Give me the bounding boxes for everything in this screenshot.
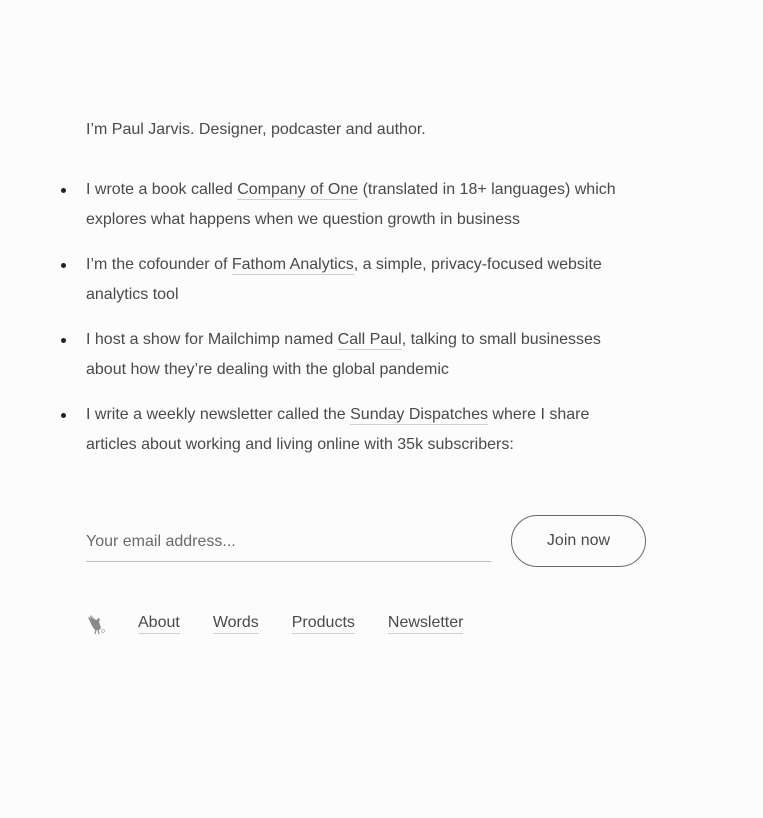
list-item: I write a weekly newsletter called the S… — [0, 400, 640, 460]
list-item: I wrote a book called Company of One (tr… — [0, 175, 640, 235]
nav-link-newsletter[interactable]: Newsletter — [387, 614, 464, 634]
bio-list: I wrote a book called Company of One (tr… — [0, 175, 640, 475]
bullet-dot — [61, 263, 66, 268]
bullet-dot — [61, 413, 66, 418]
list-item: I host a show for Mailchimp named Call P… — [0, 325, 640, 385]
company-of-one-link[interactable]: Company of One — [237, 181, 359, 200]
sunday-dispatches-link[interactable]: Sunday Dispatches — [350, 406, 488, 425]
bullet-text: I host a show for Mailchimp named — [86, 331, 338, 348]
chicken-logo-icon[interactable] — [86, 613, 106, 635]
bullet-text: I’m the cofounder of — [86, 256, 232, 273]
footer-nav: About Words Products Newsletter — [86, 610, 496, 638]
list-item: I’m the cofounder of Fathom Analytics, a… — [0, 250, 640, 310]
bullet-dot — [61, 188, 66, 193]
email-input[interactable] — [86, 523, 491, 562]
bullet-text: I wrote a book called — [86, 181, 238, 198]
bullet-text: I write a weekly newsletter called the — [86, 406, 351, 423]
call-paul-link[interactable]: Call Paul — [337, 331, 402, 350]
join-now-button[interactable]: Join now — [511, 515, 646, 567]
nav-link-about[interactable]: About — [138, 614, 180, 634]
bullet-dot — [61, 338, 66, 343]
nav-link-products[interactable]: Products — [291, 614, 355, 634]
newsletter-signup-form: Join now — [86, 515, 646, 567]
intro-text: I’m Paul Jarvis. Designer, podcaster and… — [86, 121, 426, 138]
fathom-analytics-link[interactable]: Fathom Analytics — [231, 256, 354, 275]
nav-link-words[interactable]: Words — [212, 614, 259, 634]
